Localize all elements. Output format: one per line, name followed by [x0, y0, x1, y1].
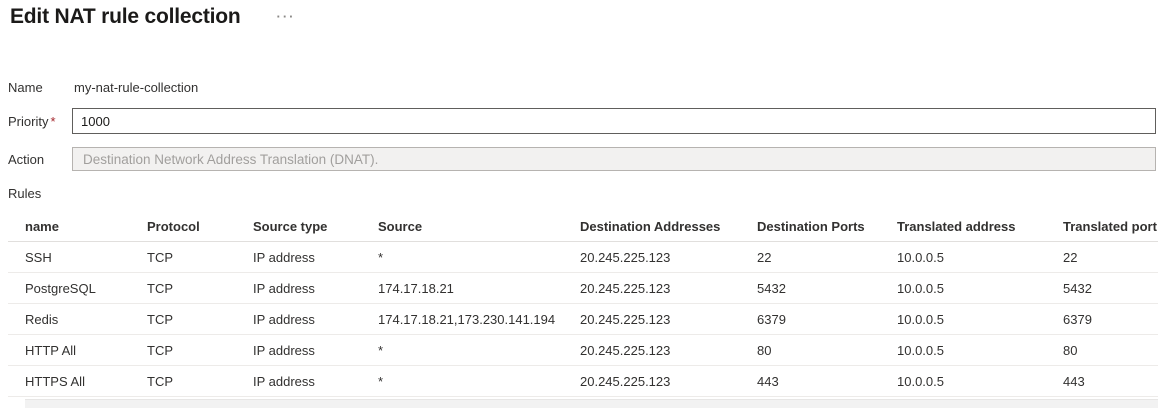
- rules-table-body: SSHTCPIP address*20.245.225.1232210.0.0.…: [8, 242, 1158, 397]
- table-cell: HTTPS All: [8, 374, 130, 389]
- column-header-name: name: [8, 219, 130, 234]
- action-row: Action: [8, 147, 1156, 171]
- table-cell: *: [361, 374, 563, 389]
- table-cell: 10.0.0.5: [880, 250, 1046, 265]
- column-header-protocol: Protocol: [130, 219, 236, 234]
- more-options-button[interactable]: ···: [273, 10, 300, 24]
- table-cell: 443: [740, 374, 880, 389]
- column-header-translated-port: Translated port: [1046, 219, 1158, 234]
- table-cell: Redis: [8, 312, 130, 327]
- table-cell: IP address: [236, 281, 361, 296]
- table-row-ssh[interactable]: SSHTCPIP address*20.245.225.1232210.0.0.…: [8, 242, 1158, 273]
- table-cell: 20.245.225.123: [563, 250, 740, 265]
- table-cell: 20.245.225.123: [563, 281, 740, 296]
- table-cell: 20.245.225.123: [563, 312, 740, 327]
- table-cell: 20.245.225.123: [563, 343, 740, 358]
- rules-section-label: Rules: [8, 186, 1158, 202]
- table-row-redis[interactable]: RedisTCPIP address174.17.18.21,173.230.1…: [8, 304, 1158, 335]
- table-cell: IP address: [236, 312, 361, 327]
- table-cell: 6379: [1046, 312, 1158, 327]
- table-cell: *: [361, 343, 563, 358]
- name-label: Name: [8, 80, 72, 95]
- table-cell: 443: [1046, 374, 1158, 389]
- priority-input[interactable]: [72, 108, 1156, 134]
- table-cell: 174.17.18.21: [361, 281, 563, 296]
- name-value: my-nat-rule-collection: [72, 80, 198, 95]
- rules-table-header-row: nameProtocolSource typeSourceDestination…: [8, 212, 1158, 242]
- table-cell: IP address: [236, 343, 361, 358]
- table-cell: 5432: [1046, 281, 1158, 296]
- table-cell: HTTP All: [8, 343, 130, 358]
- column-header-destination-ports: Destination Ports: [740, 219, 880, 234]
- table-cell: TCP: [130, 374, 236, 389]
- table-cell: 10.0.0.5: [880, 281, 1046, 296]
- table-cell: 80: [740, 343, 880, 358]
- required-asterisk: *: [50, 114, 55, 129]
- table-cell: *: [361, 250, 563, 265]
- table-cell: TCP: [130, 343, 236, 358]
- title-row: Edit NAT rule collection ···: [10, 4, 1158, 30]
- table-cell: SSH: [8, 250, 130, 265]
- name-row: Name my-nat-rule-collection: [8, 79, 1156, 95]
- column-header-source-type: Source type: [236, 219, 361, 234]
- page-title: Edit NAT rule collection: [10, 5, 241, 29]
- table-cell: IP address: [236, 250, 361, 265]
- table-cell: PostgreSQL: [8, 281, 130, 296]
- column-header-destination-addresses: Destination Addresses: [563, 219, 740, 234]
- nat-collection-form: Name my-nat-rule-collection Priority* Ac…: [0, 79, 1158, 171]
- table-cell: TCP: [130, 312, 236, 327]
- table-cell: 80: [1046, 343, 1158, 358]
- table-cell: 174.17.18.21,173.230.141.194: [361, 312, 563, 327]
- table-cell: 10.0.0.5: [880, 374, 1046, 389]
- table-row-postgresql[interactable]: PostgreSQLTCPIP address174.17.18.2120.24…: [8, 273, 1158, 304]
- table-cell: TCP: [130, 250, 236, 265]
- table-cell: 22: [1046, 250, 1158, 265]
- column-header-translated-address: Translated address: [880, 219, 1046, 234]
- edit-nat-rule-collection-blade: Edit NAT rule collection ··· Name my-nat…: [0, 0, 1158, 408]
- table-row-http-all[interactable]: HTTP AllTCPIP address*20.245.225.1238010…: [8, 335, 1158, 366]
- table-cell: 5432: [740, 281, 880, 296]
- table-cell: 10.0.0.5: [880, 343, 1046, 358]
- table-cell: TCP: [130, 281, 236, 296]
- table-cell: 22: [740, 250, 880, 265]
- priority-label: Priority*: [8, 114, 72, 129]
- column-header-source: Source: [361, 219, 563, 234]
- table-cell: 20.245.225.123: [563, 374, 740, 389]
- action-input: [72, 147, 1156, 171]
- action-label: Action: [8, 152, 72, 167]
- table-cell: IP address: [236, 374, 361, 389]
- new-rule-input-row[interactable]: [25, 399, 1158, 408]
- table-row-https-all[interactable]: HTTPS AllTCPIP address*20.245.225.123443…: [8, 366, 1158, 397]
- table-cell: 6379: [740, 312, 880, 327]
- table-cell: 10.0.0.5: [880, 312, 1046, 327]
- priority-row: Priority*: [8, 108, 1156, 134]
- rules-table: nameProtocolSource typeSourceDestination…: [8, 212, 1158, 397]
